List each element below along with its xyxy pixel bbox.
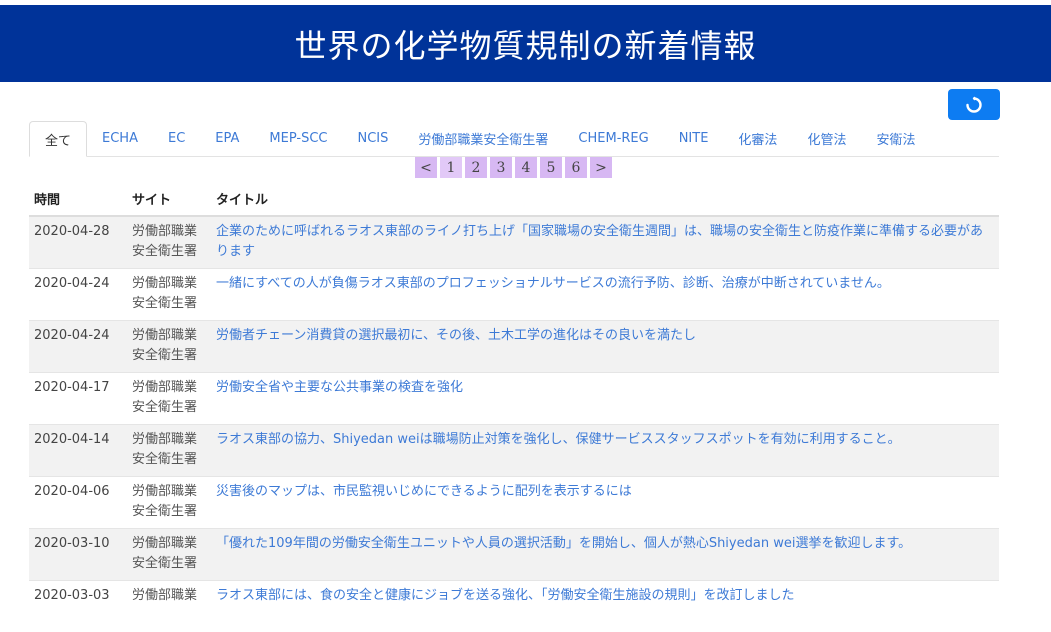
row-title-link[interactable]: 労働安全省や主要な公共事業の検査を強化 xyxy=(216,380,463,395)
row-title-cell: 「優れた109年間の労働安全衛生ユニットや人員の選択活動」を開始し、個人が熱心S… xyxy=(211,529,999,581)
row-date: 2020-04-14 xyxy=(29,425,127,477)
row-title-link[interactable]: 一緒にすべての人が負傷ラオス東部のプロフェッショナルサービスの流行予防、診断、治… xyxy=(216,276,890,291)
row-site: 労働部職業安全衛生署 xyxy=(127,216,211,269)
row-date: 2020-04-17 xyxy=(29,373,127,425)
tab-ncis[interactable]: NCIS xyxy=(343,121,404,156)
pager-page-3[interactable]: 3 xyxy=(490,157,512,178)
row-site: 労働部職業安全衛生署 xyxy=(127,321,211,373)
pager-page-1[interactable]: 1 xyxy=(440,157,462,178)
page-header: 世界の化学物質規制の新着情報 xyxy=(0,5,1051,82)
row-date: 2020-03-03 xyxy=(29,581,127,632)
pager-prev-button[interactable]: < xyxy=(415,157,437,178)
row-title-cell: 労働者チェーン消費貸の選択最初に、その後、土木工学の進化はその良いを満たし xyxy=(211,321,999,373)
row-title-cell: 企業のために呼ばれるラオス東部のライノ打ち上げ「国家職場の安全衛生週間」は、職場… xyxy=(211,216,999,269)
row-site: 労働部職業安全衛生署 xyxy=(127,373,211,425)
row-site: 労働部職業安全衛生署 xyxy=(127,425,211,477)
pager-page-6[interactable]: 6 xyxy=(565,157,587,178)
tab-mep-scc[interactable]: MEP-SCC xyxy=(254,121,342,156)
tab-kakanho[interactable]: 化管法 xyxy=(792,121,861,156)
row-title-link[interactable]: 災害後のマップは、市民監視いじめにできるように配列を表示するには xyxy=(216,484,632,499)
source-tabs: 全て ECHA EC EPA MEP-SCC NCIS 労働部職業安全衛生署 C… xyxy=(29,120,999,157)
tab-osha-taiwan[interactable]: 労働部職業安全衛生署 xyxy=(403,121,563,156)
row-title-cell: 労働安全省や主要な公共事業の検査を強化 xyxy=(211,373,999,425)
page-title: 世界の化学物質規制の新着情報 xyxy=(294,21,756,67)
refresh-button[interactable] xyxy=(948,89,1000,120)
tab-echa[interactable]: ECHA xyxy=(87,121,153,156)
column-header-date: 時間 xyxy=(29,182,127,216)
table-row: 2020-04-24 労働部職業安全衛生署 労働者チェーン消費貸の選択最初に、そ… xyxy=(29,321,999,373)
row-date: 2020-04-06 xyxy=(29,477,127,529)
row-site: 労働部職業安全衛生署 xyxy=(127,529,211,581)
row-title-link[interactable]: ラオス東部には、食の安全と健康にジョブを送る強化、「労働安全衛生施設の規則」を改… xyxy=(216,588,795,603)
table-row: 2020-04-24 労働部職業安全衛生署 一緒にすべての人が負傷ラオス東部のプ… xyxy=(29,269,999,321)
row-site: 労働部職業 xyxy=(127,581,211,632)
news-table: 時間 サイト タイトル 2020-04-28 労働部職業安全衛生署 企業のために… xyxy=(29,182,999,632)
row-title-cell: ラオス東部には、食の安全と健康にジョブを送る強化、「労働安全衛生施設の規則」を改… xyxy=(211,581,999,632)
tab-nite[interactable]: NITE xyxy=(664,121,724,156)
tab-epa[interactable]: EPA xyxy=(200,121,254,156)
table-row: 2020-04-06 労働部職業安全衛生署 災害後のマップは、市民監視いじめにで… xyxy=(29,477,999,529)
refresh-icon xyxy=(965,96,983,114)
row-date: 2020-04-24 xyxy=(29,269,127,321)
column-header-title: タイトル xyxy=(211,182,999,216)
row-title-link[interactable]: 労働者チェーン消費貸の選択最初に、その後、土木工学の進化はその良いを満たし xyxy=(216,328,696,343)
row-title-link[interactable]: 「優れた109年間の労働安全衛生ユニットや人員の選択活動」を開始し、個人が熱心S… xyxy=(216,536,911,551)
tab-ec[interactable]: EC xyxy=(153,121,200,156)
row-title-link[interactable]: ラオス東部の協力、Shiyedan weiは職場防止対策を強化し、保健サービスス… xyxy=(216,432,901,447)
table-row: 2020-03-03 労働部職業 ラオス東部には、食の安全と健康にジョブを送る強… xyxy=(29,581,999,632)
table-row: 2020-04-17 労働部職業安全衛生署 労働安全省や主要な公共事業の検査を強… xyxy=(29,373,999,425)
pager-page-5[interactable]: 5 xyxy=(540,157,562,178)
tab-chem-reg[interactable]: CHEM-REG xyxy=(563,121,663,156)
tab-all[interactable]: 全て xyxy=(29,121,87,157)
table-header-row: 時間 サイト タイトル xyxy=(29,182,999,216)
table-row: 2020-03-10 労働部職業安全衛生署 「優れた109年間の労働安全衛生ユニ… xyxy=(29,529,999,581)
tab-kashinho[interactable]: 化審法 xyxy=(723,121,792,156)
pager-page-2[interactable]: 2 xyxy=(465,157,487,178)
pagination: < 1 2 3 4 5 6 > xyxy=(415,157,612,178)
row-title-link[interactable]: 企業のために呼ばれるラオス東部のライノ打ち上げ「国家職場の安全衛生週間」は、職場… xyxy=(216,224,983,259)
column-header-site: サイト xyxy=(127,182,211,216)
table-row: 2020-04-14 労働部職業安全衛生署 ラオス東部の協力、Shiyedan … xyxy=(29,425,999,477)
row-date: 2020-03-10 xyxy=(29,529,127,581)
tab-aneiho[interactable]: 安衛法 xyxy=(861,121,930,156)
row-date: 2020-04-28 xyxy=(29,216,127,269)
row-site: 労働部職業安全衛生署 xyxy=(127,269,211,321)
row-title-cell: 災害後のマップは、市民監視いじめにできるように配列を表示するには xyxy=(211,477,999,529)
table-row: 2020-04-28 労働部職業安全衛生署 企業のために呼ばれるラオス東部のライ… xyxy=(29,216,999,269)
row-site: 労働部職業安全衛生署 xyxy=(127,477,211,529)
row-title-cell: ラオス東部の協力、Shiyedan weiは職場防止対策を強化し、保健サービスス… xyxy=(211,425,999,477)
row-date: 2020-04-24 xyxy=(29,321,127,373)
row-title-cell: 一緒にすべての人が負傷ラオス東部のプロフェッショナルサービスの流行予防、診断、治… xyxy=(211,269,999,321)
pager-page-4[interactable]: 4 xyxy=(515,157,537,178)
pager-next-button[interactable]: > xyxy=(590,157,612,178)
